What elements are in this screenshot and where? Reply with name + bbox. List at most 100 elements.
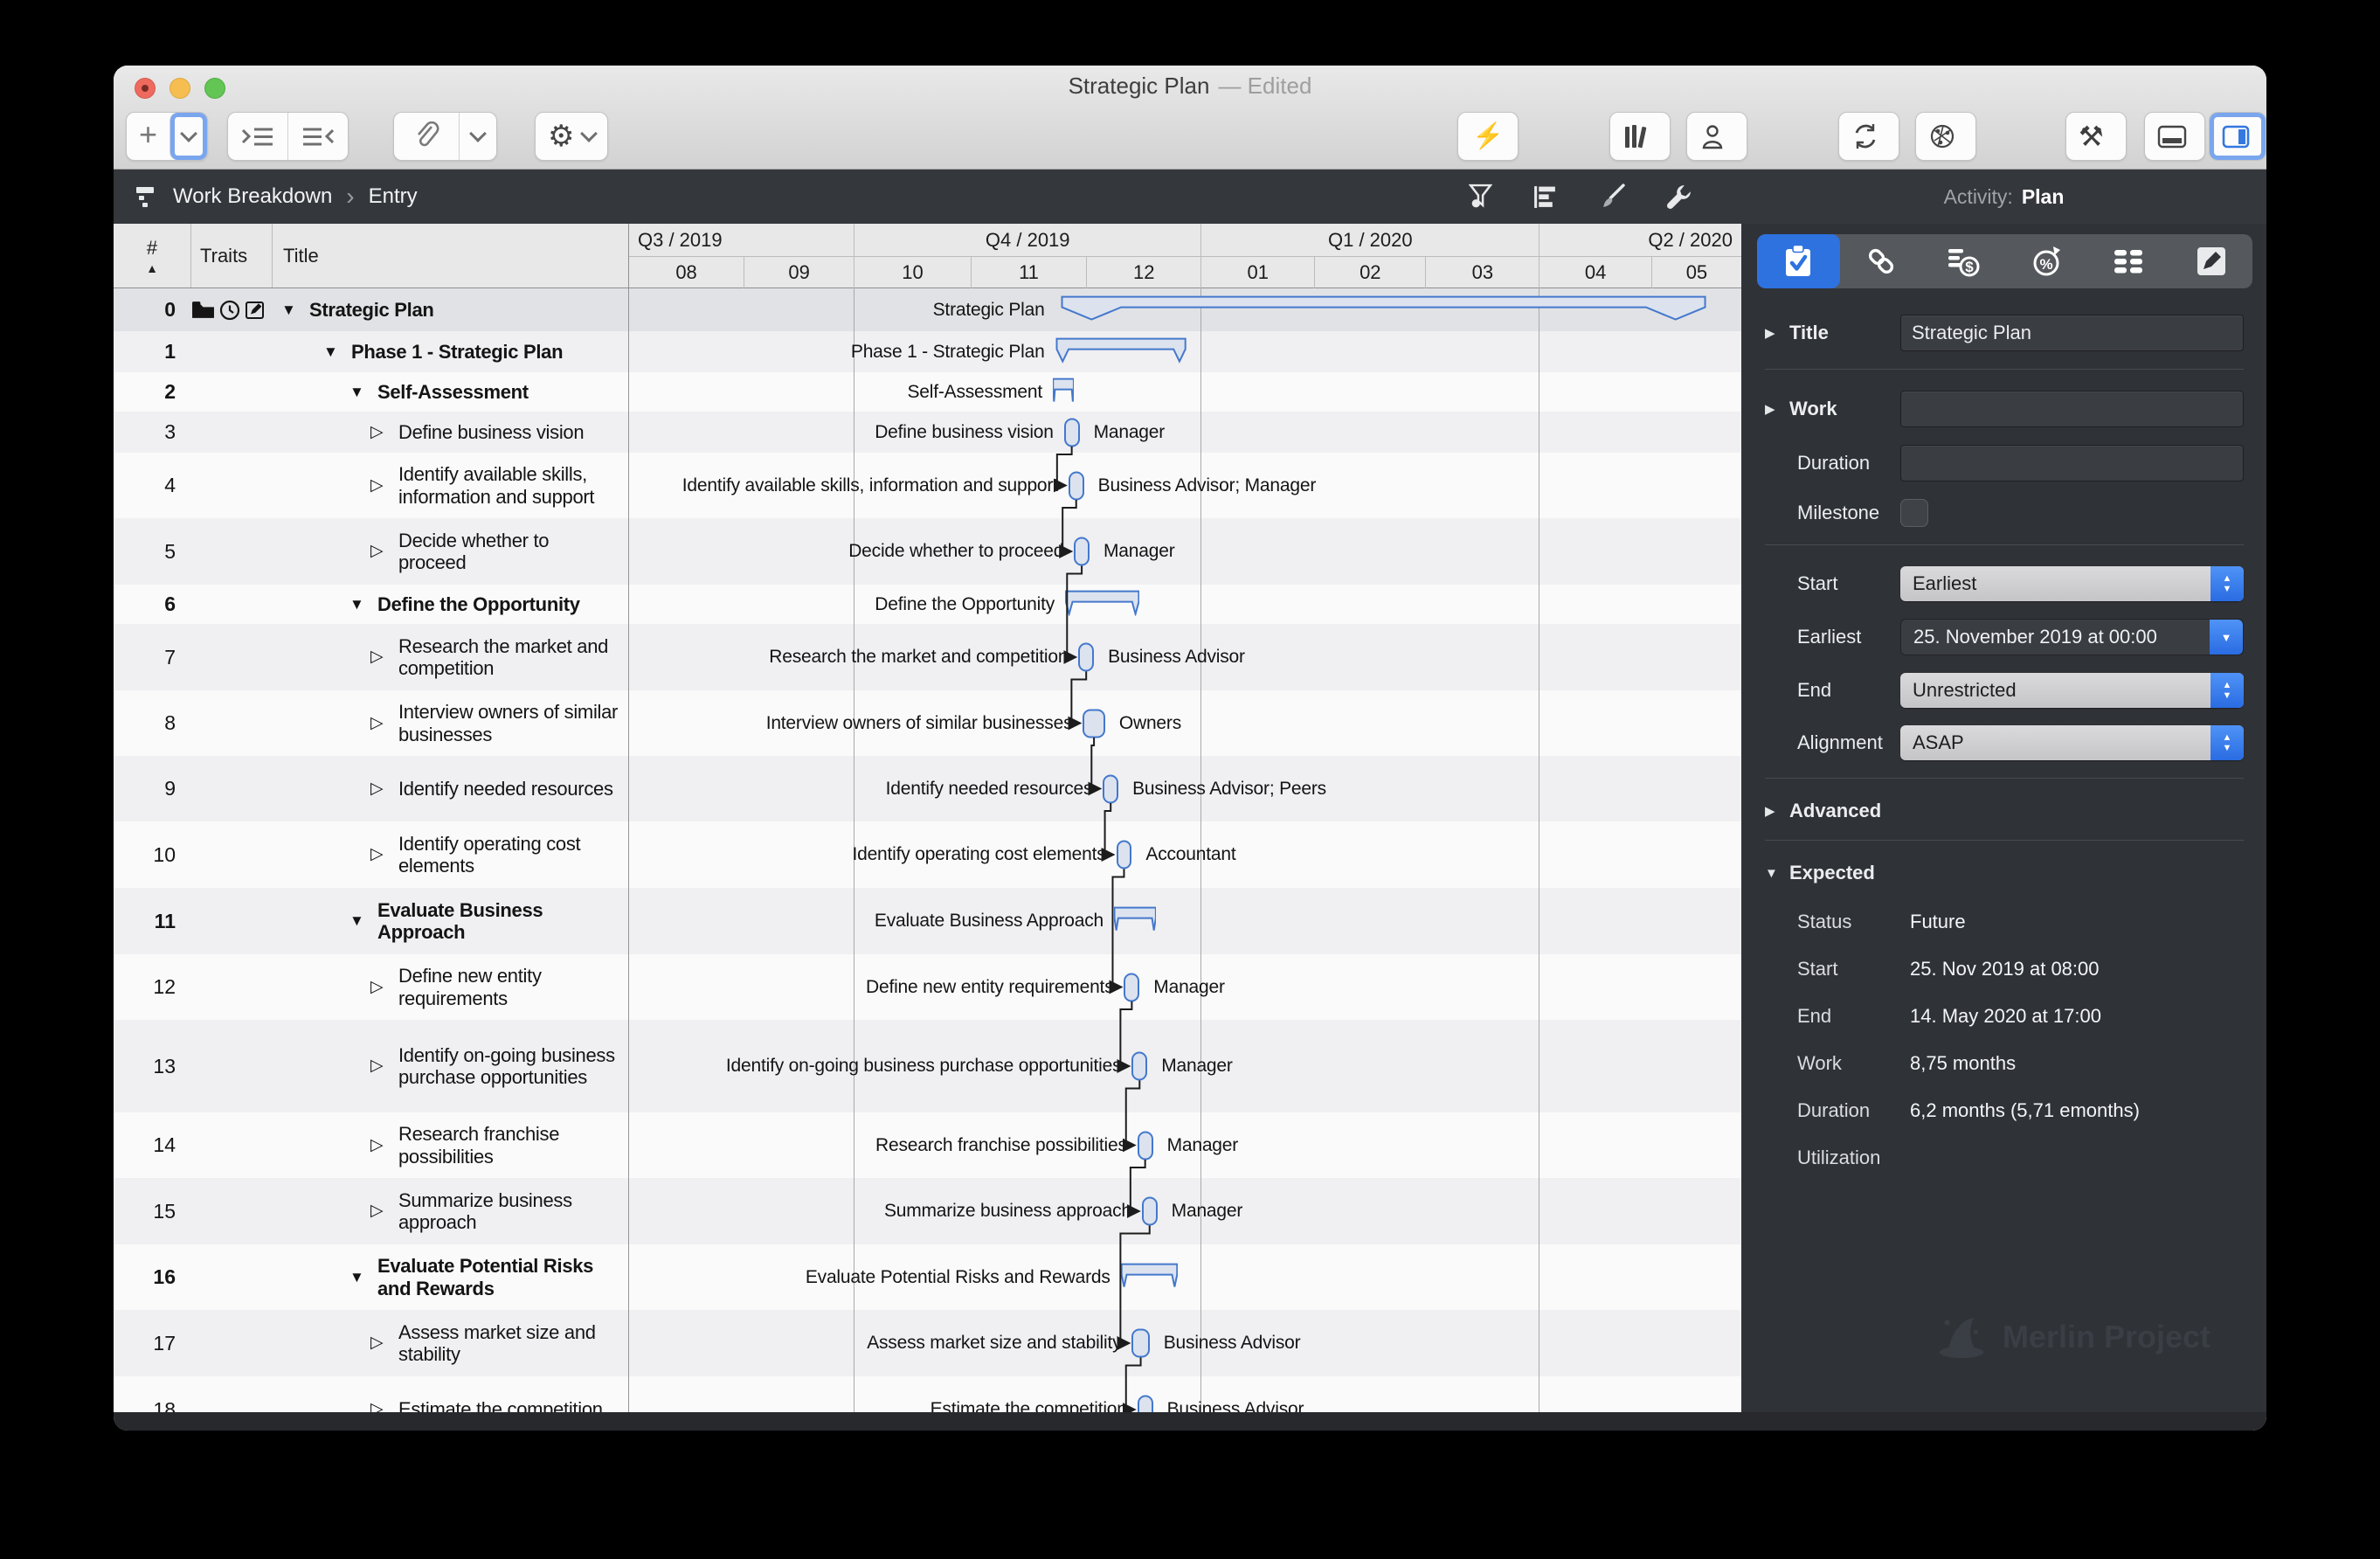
disclosure-open-icon[interactable]: ▼ [349, 912, 377, 929]
gantt-cell[interactable]: Strategic Plan [629, 288, 1741, 331]
row-title-cell[interactable]: ▷ Summarize business approach [273, 1178, 629, 1244]
alignment-popup[interactable]: ASAP ▲ ▼ [1900, 725, 2244, 760]
disclosure-closed-icon[interactable]: ▷ [370, 423, 398, 442]
row-title-cell[interactable]: ▼ Evaluate Potential Risks and Rewards [273, 1244, 629, 1310]
gantt-task-bar[interactable] [1063, 418, 1080, 447]
gantt-cell[interactable]: Identify needed resources Business Adviso… [629, 756, 1741, 821]
table-row[interactable]: 10 ▷ Identify operating cost elements Ident… [114, 821, 1741, 888]
row-title-cell[interactable]: ▼ Define the Opportunity [273, 585, 629, 624]
table-row[interactable]: 1 ▼ Phase 1 - Strategic Plan Phase 1 - Stra… [114, 331, 1741, 372]
tab-links[interactable] [1840, 234, 1923, 288]
milestone-checkbox[interactable] [1900, 499, 1928, 527]
gantt-task-bar[interactable] [1116, 840, 1132, 870]
add-button[interactable]: + [127, 113, 170, 160]
gantt-cell[interactable]: Evaluate Business Approach [629, 888, 1741, 954]
section-advanced[interactable]: ▶ Advanced [1765, 800, 2244, 822]
gantt-task-bar[interactable] [1078, 642, 1095, 672]
gantt-summary-bar[interactable] [1055, 336, 1187, 363]
zoom-button[interactable] [204, 78, 225, 99]
table-row[interactable]: 11 ▼ Evaluate Business Approach Evaluate Bu… [114, 888, 1741, 954]
gantt-summary-bar[interactable] [1065, 589, 1139, 615]
tab-plan[interactable] [1757, 234, 1840, 288]
tab-finance[interactable]: $ [1922, 234, 2005, 288]
disclosure-open-icon[interactable]: ▼ [349, 1269, 377, 1285]
gantt-cell[interactable]: Research franchise possibilities Manager [629, 1112, 1741, 1178]
toggle-inspector-button[interactable] [2209, 112, 2266, 161]
gantt-cell[interactable]: Evaluate Potential Risks and Rewards [629, 1244, 1741, 1310]
title-field[interactable]: Strategic Plan [1900, 315, 2244, 351]
disclosure-closed-icon[interactable]: ▷ [370, 714, 398, 733]
tab-progress[interactable]: % [2005, 234, 2088, 288]
gantt-cell[interactable]: Decide whether to proceed Manager [629, 518, 1741, 585]
disclosure-icon[interactable]: ▶ [1765, 803, 1779, 819]
minimize-button[interactable] [170, 78, 190, 99]
gantt-cell[interactable]: Define business vision Manager [629, 412, 1741, 453]
disclosure-closed-icon[interactable]: ▷ [370, 1057, 398, 1076]
table-row[interactable]: 4 ▷ Identify available skills, information… [114, 453, 1741, 518]
row-title-cell[interactable]: ▷ Identify available skills, information … [273, 453, 629, 518]
disclosure-closed-icon[interactable]: ▷ [370, 780, 398, 799]
settings-wrench-icon[interactable] [1665, 184, 1692, 211]
row-title-cell[interactable]: ▷ Research the market and competition [273, 624, 629, 690]
gantt-cell[interactable]: Estimate the competition Business Advisor [629, 1376, 1741, 1412]
disclosure-closed-icon[interactable]: ▷ [370, 648, 398, 667]
gantt-cell[interactable]: Phase 1 - Strategic Plan [629, 331, 1741, 372]
outdent-button[interactable] [287, 113, 348, 160]
gantt-cell[interactable]: Research the market and competition Busin… [629, 624, 1741, 690]
start-popup[interactable]: Earliest ▲ ▼ [1900, 566, 2244, 601]
row-title-cell[interactable]: ▷ Define new entity requirements [273, 954, 629, 1020]
table-row[interactable]: 8 ▷ Interview owners of similar businesses… [114, 690, 1741, 756]
disclosure-icon[interactable]: ▶ [1765, 401, 1779, 417]
row-title-cell[interactable]: ▼ Phase 1 - Strategic Plan [273, 331, 629, 372]
gantt-task-bar[interactable] [1074, 537, 1090, 566]
gantt-cell[interactable]: Self-Assessment [629, 372, 1741, 412]
disclosure-open-icon[interactable]: ▼ [281, 301, 309, 318]
column-header-traits[interactable]: Traits [191, 224, 273, 288]
gantt-task-bar[interactable] [1131, 1051, 1148, 1081]
table-row[interactable]: 12 ▷ Define new entity requirements Define … [114, 954, 1741, 1020]
tab-notes[interactable] [2170, 234, 2253, 288]
gantt-summary-bar[interactable] [1053, 377, 1074, 403]
row-title-cell[interactable]: ▷ Identify operating cost elements [273, 821, 629, 888]
style-list-icon[interactable] [1532, 184, 1558, 210]
disclosure-closed-icon[interactable]: ▷ [370, 476, 398, 495]
section-expected[interactable]: ▼ Expected [1765, 862, 2244, 884]
gantt-task-bar[interactable] [1141, 1196, 1158, 1226]
row-title-cell[interactable]: ▷ Interview owners of similar businesses [273, 690, 629, 756]
table-row[interactable]: 2 ▼ Self-Assessment Self-Assessment [114, 372, 1741, 412]
gantt-task-bar[interactable] [1137, 1395, 1153, 1412]
end-popup[interactable]: Unrestricted ▲ ▼ [1900, 673, 2244, 708]
disclosure-open-icon[interactable]: ▼ [349, 596, 377, 613]
gantt-summary-bar[interactable] [1055, 294, 1712, 321]
disclosure-closed-icon[interactable]: ▷ [370, 978, 398, 997]
disclosure-closed-icon[interactable]: ▷ [370, 542, 398, 561]
add-dropdown-button[interactable] [170, 113, 207, 160]
resources-button[interactable] [1686, 112, 1747, 161]
gantt-summary-bar[interactable] [1121, 1262, 1178, 1288]
table-row[interactable]: 15 ▷ Summarize business approach Summarize … [114, 1178, 1741, 1244]
indent-button[interactable] [228, 113, 287, 160]
table-row[interactable]: 16 ▼ Evaluate Potential Risks and Rewards E… [114, 1244, 1741, 1310]
gantt-task-bar[interactable] [1131, 1328, 1150, 1358]
gantt-task-bar[interactable] [1103, 774, 1119, 803]
column-header-number[interactable]: # ▲ [114, 224, 191, 288]
column-header-title[interactable]: Title [273, 224, 628, 288]
table-row[interactable]: 7 ▷ Research the market and competition Res… [114, 624, 1741, 690]
disclosure-open-icon[interactable]: ▼ [323, 343, 351, 360]
attach-dropdown-button[interactable] [459, 113, 496, 160]
table-row[interactable]: 3 ▷ Define business vision Define business … [114, 412, 1741, 453]
disclosure-icon[interactable]: ▼ [1765, 866, 1779, 881]
disclosure-closed-icon[interactable]: ▷ [370, 1334, 398, 1353]
work-field[interactable] [1900, 391, 2244, 427]
table-row[interactable]: 9 ▷ Identify needed resources Identify need… [114, 756, 1741, 821]
network-button[interactable] [1915, 112, 1976, 161]
row-title-cell[interactable]: ▷ Identify needed resources [273, 756, 629, 821]
tab-groups[interactable] [2087, 234, 2170, 288]
duration-field[interactable] [1900, 445, 2244, 482]
settings-button[interactable]: ⚙ [536, 113, 607, 160]
gantt-task-bar[interactable] [1124, 973, 1140, 1001]
table-row[interactable]: 17 ▷ Assess market size and stability Asses… [114, 1310, 1741, 1376]
breadcrumb-item[interactable]: Entry [369, 184, 418, 209]
gantt-cell[interactable]: Identify available skills, information a… [629, 453, 1741, 518]
disclosure-closed-icon[interactable]: ▷ [370, 845, 398, 864]
